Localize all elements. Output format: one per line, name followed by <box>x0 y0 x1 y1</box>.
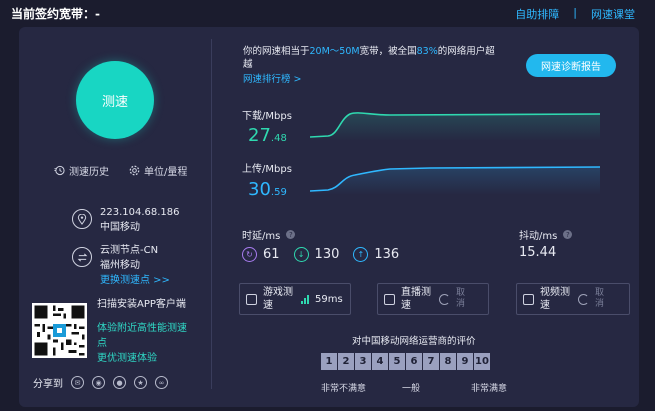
upload-label: 上传/Mbps <box>242 164 292 175</box>
summary-mid: 宽带，被全国 <box>359 46 417 57</box>
score-button-8[interactable]: 8 <box>440 353 456 370</box>
weibo-icon[interactable]: ◉ <box>92 376 105 389</box>
unit-range-link[interactable]: 单位/量程 <box>129 163 187 178</box>
summary-prefix: 你的网速相当于 <box>243 46 310 57</box>
download-dec: .48 <box>270 133 287 144</box>
top-bar: 当前签约宽带：- 自助排障 | 网速课堂 <box>0 0 655 26</box>
latency-values: ↻ 61 ↓ 130 ↑ 136 <box>242 247 399 262</box>
main-panel: 测速 测速历史 单位/量程 223.104.68.186 中国移动 云测节点-C… <box>19 27 639 407</box>
latency-download-value: 130 <box>314 247 340 262</box>
live-test-label: 直播测速 <box>401 287 431 311</box>
video-speed-test-card[interactable]: 视频测速 取消 <box>516 283 630 315</box>
score-label-mid: 一般 <box>402 384 421 394</box>
node-name: 云测节点-CN <box>100 245 159 256</box>
score-label-low: 非常不满意 <box>321 384 367 394</box>
score-button-9[interactable]: 9 <box>457 353 473 370</box>
node-info: 云测节点-CN 福州移动 更换测速点 >> <box>72 243 170 288</box>
speed-diagnosis-report-button[interactable]: 网速诊断报告 <box>526 54 616 77</box>
jitter-header: 抖动/ms ? <box>519 227 573 242</box>
score-button-1[interactable]: 1 <box>321 353 337 370</box>
column-divider <box>211 39 212 389</box>
download-latency-icon: ↓ <box>293 247 309 262</box>
app-promo-title: 扫描安装APP客户端 <box>97 299 186 310</box>
video-test-cancel[interactable]: 取消 <box>595 288 609 310</box>
share-bar: 分享到 ✉ ◉ ● ★ ∞ <box>33 375 168 390</box>
loading-spinner-icon <box>439 293 450 305</box>
speed-history-link[interactable]: 测速历史 <box>54 163 109 178</box>
video-test-label: 视频测速 <box>540 287 570 311</box>
upload-int: 30 <box>248 179 271 200</box>
download-int: 27 <box>248 125 271 146</box>
gear-icon <box>129 165 140 176</box>
contract-bandwidth-title: 当前签约宽带：- <box>11 7 100 21</box>
game-speed-test-card[interactable]: 游戏测速 59ms <box>239 283 351 315</box>
app-promo-line-3: 更优测速体验 <box>97 353 157 364</box>
latency-upload-value: 136 <box>374 247 400 262</box>
game-test-value: 59ms <box>315 293 343 305</box>
speed-ranking-link[interactable]: 网速排行榜 > <box>243 73 503 86</box>
game-test-label: 游戏测速 <box>263 287 293 311</box>
latency-header: 时延/ms ? <box>242 227 296 242</box>
location-pin-icon <box>72 209 92 229</box>
score-button-2[interactable]: 2 <box>338 353 354 370</box>
start-speed-test-button[interactable]: 测速 <box>76 61 154 139</box>
ip-info: 223.104.68.186 中国移动 <box>72 205 180 235</box>
score-button-4[interactable]: 4 <box>372 353 388 370</box>
node-switch-icon <box>72 247 92 267</box>
score-button-3[interactable]: 3 <box>355 353 371 370</box>
app-promo: 扫描安装APP客户端 体验附近高性能测速 点 更优测速体验 <box>97 297 197 366</box>
live-test-cancel[interactable]: 取消 <box>456 288 470 310</box>
header-separator: | <box>573 6 577 19</box>
score-label-high: 非常满意 <box>470 384 507 394</box>
evaluation-title: 对中国移动网络运营商的评价 <box>352 336 476 347</box>
history-icon <box>54 165 65 176</box>
jitter-help-icon[interactable]: ? <box>563 230 573 239</box>
speed-class-link[interactable]: 网速课堂 <box>591 6 635 22</box>
game-icon <box>246 293 257 305</box>
left-links: 测速历史 单位/量程 <box>54 163 187 178</box>
upload-curve <box>310 166 600 195</box>
latency-label: 时延/ms <box>242 231 281 242</box>
upload-value: 30.59 <box>248 179 287 200</box>
download-value: 27.48 <box>248 125 287 146</box>
change-node-link[interactable]: 更换测速点 >> <box>100 273 170 288</box>
isp-name: 中国移动 <box>100 222 140 233</box>
video-icon <box>523 293 534 305</box>
download-curve <box>310 112 600 141</box>
live-speed-test-card[interactable]: 直播测速 取消 <box>377 283 489 315</box>
summary-range: 20M～50M <box>309 46 360 57</box>
app-qr-code <box>32 303 87 358</box>
qzone-icon[interactable]: ★ <box>134 376 147 389</box>
ping-icon: ↻ <box>242 247 257 262</box>
loading-spinner-icon <box>578 293 589 305</box>
score-button-7[interactable]: 7 <box>423 353 439 370</box>
ip-address: 223.104.68.186 <box>100 207 180 218</box>
share-label: 分享到 <box>33 379 63 390</box>
qq-icon[interactable]: ● <box>113 376 126 389</box>
download-label: 下载/Mbps <box>242 111 292 122</box>
summary-percent: 83% <box>416 46 438 57</box>
upload-latency-icon: ↑ <box>353 247 369 262</box>
signal-bars-icon <box>301 294 309 304</box>
header-links: 自助排障 | 网速课堂 <box>515 6 635 22</box>
link-icon[interactable]: ∞ <box>155 376 168 389</box>
live-icon <box>384 293 395 305</box>
app-promo-line-1: 体验附近高性能测速 <box>97 323 187 334</box>
self-troubleshoot-link[interactable]: 自助排障 <box>515 6 559 22</box>
speed-history-label: 测速历史 <box>69 167 109 178</box>
wechat-icon[interactable]: ✉ <box>71 376 84 389</box>
node-location: 福州移动 <box>100 260 140 271</box>
upload-dec: .59 <box>270 187 287 198</box>
evaluation-scores: 1 2 3 4 5 6 7 8 9 10 <box>321 353 490 370</box>
latency-help-icon[interactable]: ? <box>286 230 296 239</box>
latency-ping-value: 61 <box>263 247 280 262</box>
app-promo-line-2: 点 <box>97 338 107 349</box>
score-button-6[interactable]: 6 <box>406 353 422 370</box>
unit-range-label: 单位/量程 <box>144 167 188 178</box>
jitter-label: 抖动/ms <box>519 231 558 242</box>
speed-summary: 你的网速相当于20M～50M宽带，被全国83%的网络用户超越 网速排行榜 > <box>243 45 503 86</box>
score-button-10[interactable]: 10 <box>474 353 490 370</box>
score-button-5[interactable]: 5 <box>389 353 405 370</box>
jitter-value: 15.44 <box>519 245 557 260</box>
